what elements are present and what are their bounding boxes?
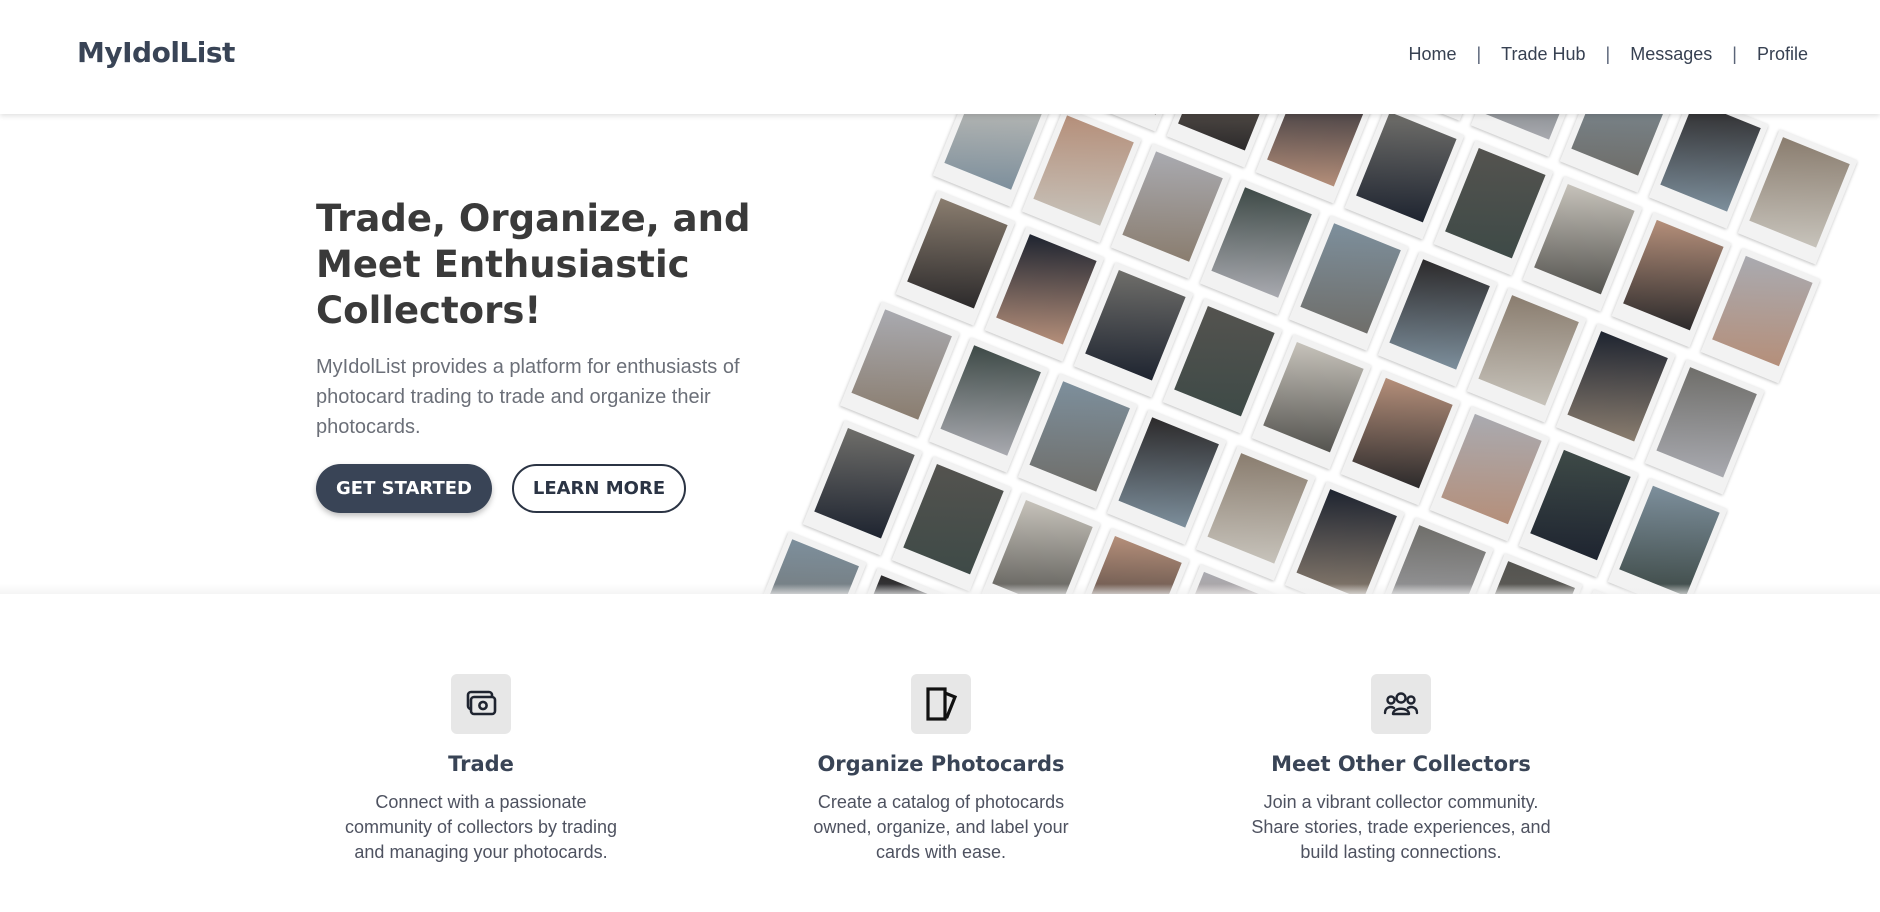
hero-buttons: GET STARTED LEARN MORE bbox=[316, 464, 836, 513]
nav-home-link[interactable]: Home bbox=[1408, 44, 1456, 65]
hero-section: Trade, Organize, and Meet Enthusiastic C… bbox=[0, 114, 1880, 594]
top-navbar: MyIdolList Home | Trade Hub | Messages |… bbox=[0, 0, 1880, 114]
money-icon bbox=[451, 674, 511, 734]
photocard-collage-image bbox=[746, 114, 1880, 594]
hero-bottom-fade bbox=[0, 584, 1880, 594]
hero-description: MyIdolList provides a platform for enthu… bbox=[316, 356, 740, 438]
learn-more-button[interactable]: LEARN MORE bbox=[512, 464, 686, 513]
photocards-icon bbox=[911, 674, 971, 734]
get-started-button[interactable]: GET STARTED bbox=[316, 464, 492, 513]
feature-organize: Organize Photocards Create a catalog of … bbox=[781, 674, 1101, 865]
nav-profile-link[interactable]: Profile bbox=[1757, 44, 1808, 65]
feature-meet: Meet Other Collectors Join a vibrant col… bbox=[1241, 674, 1561, 865]
feature-trade: Trade Connect with a passionate communit… bbox=[321, 674, 641, 865]
main-nav: Home | Trade Hub | Messages | Profile bbox=[1408, 44, 1808, 65]
nav-messages-link[interactable]: Messages bbox=[1630, 44, 1712, 65]
nav-separator: | bbox=[1732, 44, 1737, 64]
site-logo[interactable]: MyIdolList bbox=[77, 36, 235, 69]
feature-organize-title: Organize Photocards bbox=[817, 752, 1065, 776]
feature-meet-description: Join a vibrant collector community. Shar… bbox=[1251, 792, 1551, 862]
nav-trade-hub-link[interactable]: Trade Hub bbox=[1501, 44, 1585, 65]
feature-trade-description: Connect with a passionate community of c… bbox=[344, 792, 618, 862]
hero-title: Trade, Organize, and Meet Enthusiastic C… bbox=[316, 197, 751, 332]
feature-meet-title: Meet Other Collectors bbox=[1271, 752, 1531, 776]
group-icon bbox=[1371, 674, 1431, 734]
hero-text-block: Trade, Organize, and Meet Enthusiastic C… bbox=[316, 196, 836, 513]
nav-separator: | bbox=[1476, 44, 1482, 64]
nav-separator: | bbox=[1605, 44, 1611, 64]
features-section: Trade Connect with a passionate communit… bbox=[0, 594, 1880, 912]
feature-trade-title: Trade bbox=[448, 752, 514, 776]
feature-organize-description: Create a catalog of photocards owned, or… bbox=[813, 792, 1069, 862]
